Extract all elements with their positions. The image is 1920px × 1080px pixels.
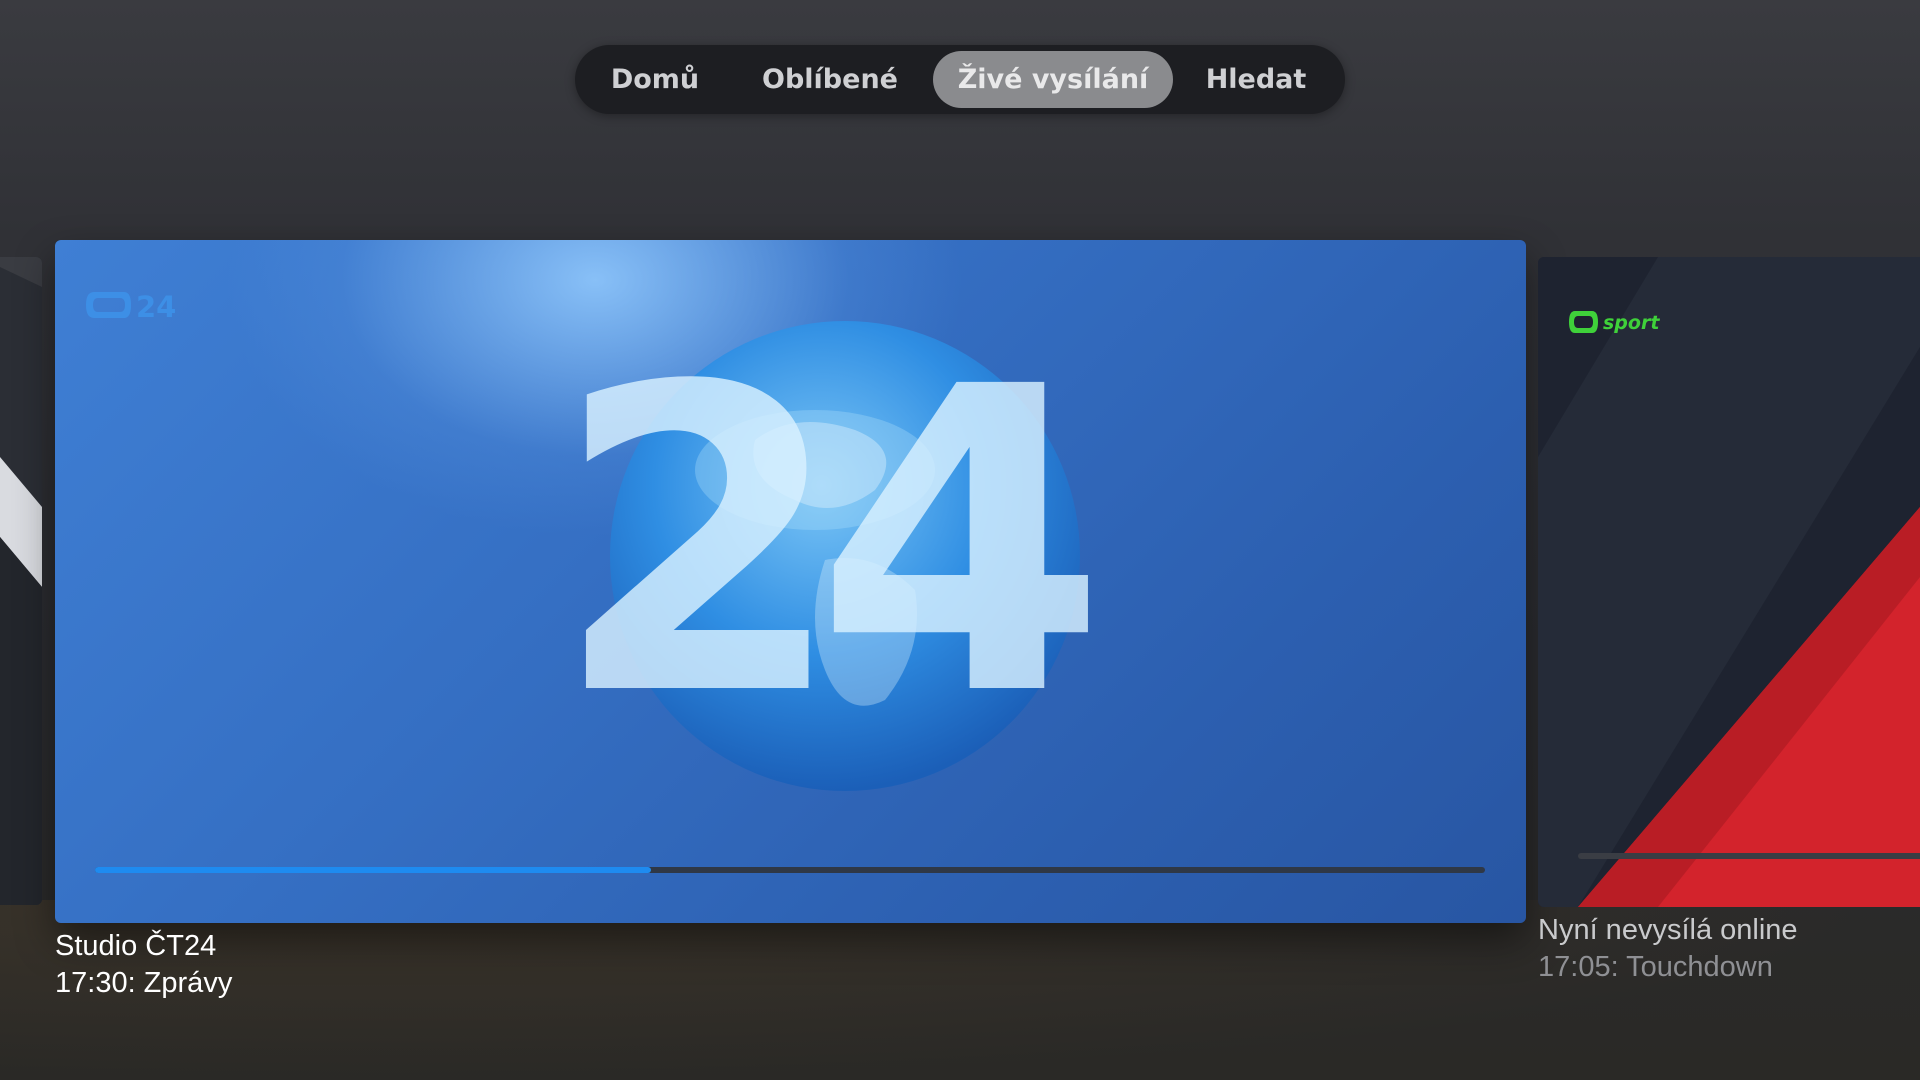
live-progress-bar bbox=[95, 867, 1485, 873]
channel-card-ctsport[interactable]: sport bbox=[1538, 257, 1920, 907]
ct-sport-logo-icon: sport bbox=[1569, 311, 1660, 334]
top-tab-bar: Domů Oblíbené Živé vysílání Hledat bbox=[575, 45, 1345, 114]
ct24-program-title: Studio ČT24 bbox=[55, 930, 217, 962]
ct24-logo-text: 24 bbox=[136, 290, 176, 322]
ctsport-caption: Nyní nevysílá online 17:05: Touchdown bbox=[1538, 912, 1798, 986]
channel-card-previous[interactable] bbox=[0, 257, 42, 905]
ct24-logo-icon: 24 bbox=[86, 290, 176, 322]
ctsport-artwork bbox=[1538, 257, 1920, 907]
live-progress-fill bbox=[95, 867, 651, 873]
ct24-caption: Studio ČT24 17:30: Zprávy bbox=[55, 928, 232, 1002]
ctsport-progress-bar bbox=[1578, 853, 1920, 859]
channel-card-ct24[interactable]: 24 24 bbox=[55, 240, 1526, 923]
ctsport-program-subtitle: 17:05: Touchdown bbox=[1538, 951, 1773, 983]
ct24-globe-artwork: 24 bbox=[553, 320, 1121, 791]
ct24-big-number: 24 bbox=[553, 320, 1091, 788]
tab-search[interactable]: Hledat bbox=[1181, 51, 1331, 108]
tab-home[interactable]: Domů bbox=[587, 51, 723, 108]
ctsport-status-title: Nyní nevysílá online bbox=[1538, 914, 1798, 946]
ct24-program-subtitle: 17:30: Zprávy bbox=[55, 967, 233, 999]
previous-channel-artwork bbox=[0, 257, 42, 905]
tab-favorites[interactable]: Oblíbené bbox=[735, 51, 925, 108]
tab-live[interactable]: Živé vysílání bbox=[933, 51, 1173, 108]
ct-sport-logo-text: sport bbox=[1603, 312, 1660, 334]
